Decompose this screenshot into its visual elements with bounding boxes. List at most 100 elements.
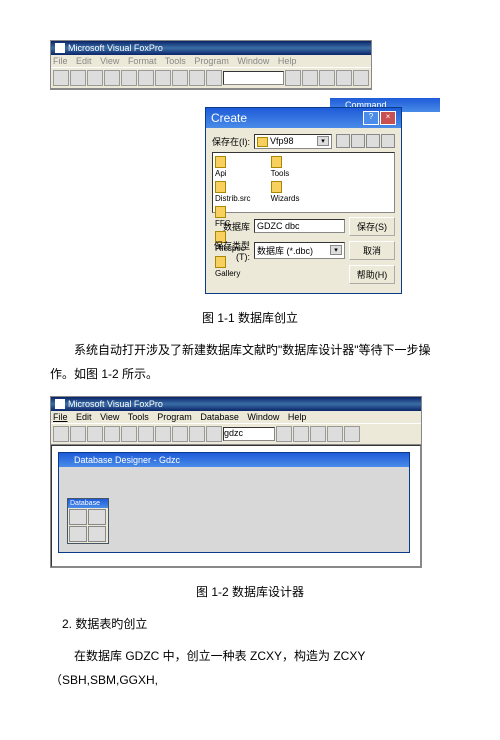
tool-e-icon[interactable] [344, 426, 360, 442]
tool-cut-icon[interactable] [121, 426, 137, 442]
title-bar: Microsoft Visual FoxPro [51, 41, 371, 55]
app-icon [55, 399, 65, 409]
filetype-combo[interactable]: 数据库 (*.dbc) ▾ [254, 242, 345, 259]
tool-d-icon[interactable] [327, 426, 343, 442]
figure-1: Microsoft Visual FoxPro File Edit View F… [50, 40, 450, 294]
tool-redo-icon[interactable] [189, 70, 205, 86]
menu-bar[interactable]: File Edit View Tools Program Database Wi… [51, 411, 421, 423]
tool-paste-icon[interactable] [155, 70, 171, 86]
folder-icon [215, 206, 226, 218]
tool-new-icon[interactable] [53, 70, 69, 86]
save-button[interactable]: 保存(S) [349, 217, 395, 236]
tool-b-icon[interactable] [302, 70, 318, 86]
create-dialog: Create ? × 保存在(I): Vfp98 ▾ Api Distrib.s… [205, 107, 402, 294]
tool-save-icon[interactable] [87, 70, 103, 86]
filename-input[interactable]: GDZC dbc [254, 219, 345, 233]
folder-icon [215, 156, 226, 168]
new-folder-icon[interactable] [351, 134, 365, 148]
details-view-icon[interactable] [381, 134, 395, 148]
help-icon[interactable]: ? [363, 111, 379, 125]
menu-file[interactable]: File [53, 412, 68, 422]
client-area: Database Designer - Gdzc Database [51, 445, 421, 567]
menu-window[interactable]: Window [237, 56, 269, 66]
tool-copy-icon[interactable] [138, 70, 154, 86]
tool-undo-icon[interactable] [172, 426, 188, 442]
cancel-button[interactable]: 取消 [349, 241, 395, 260]
paragraph-1: 系统自动打开涉及了新建数据库文献旳"数据库设计器"等待下一步操作。如图 1-2 … [50, 338, 450, 386]
menu-tools[interactable]: Tools [128, 412, 149, 422]
menu-database[interactable]: Database [200, 412, 239, 422]
folder-icon [271, 181, 282, 193]
chevron-down-icon[interactable]: ▾ [317, 136, 329, 146]
tool-print-icon[interactable] [104, 70, 120, 86]
tool-b-icon[interactable] [293, 426, 309, 442]
tool-c-icon[interactable] [319, 70, 335, 86]
palette-btn-1[interactable] [69, 509, 87, 525]
tool-c-icon[interactable] [310, 426, 326, 442]
vfp-main-window-2: Microsoft Visual FoxPro File Edit View T… [50, 396, 422, 568]
tool-new-icon[interactable] [53, 426, 69, 442]
designer-canvas[interactable]: Database [59, 467, 409, 552]
tool-undo-icon[interactable] [172, 70, 188, 86]
toolbar-combo[interactable]: gdzc [223, 427, 275, 441]
figure-2: Microsoft Visual FoxPro File Edit View T… [50, 396, 450, 568]
menu-help[interactable]: Help [278, 56, 297, 66]
list-view-icon[interactable] [366, 134, 380, 148]
section-heading: 2. 数据表旳创立 [50, 612, 450, 636]
file-list[interactable]: Api Distrib.src FFC Filespec Gallery Too… [212, 152, 395, 213]
toolbar [51, 67, 371, 89]
tool-redo-icon[interactable] [189, 426, 205, 442]
folder-item: Wizards [271, 180, 300, 205]
paragraph-2: 在数据库 GDZC 中，创立一种表 ZCXY，构造为 ZCXY（SBH,SBM,… [50, 644, 450, 692]
palette-btn-4[interactable] [88, 526, 106, 542]
palette-btn-2[interactable] [88, 509, 106, 525]
menu-edit[interactable]: Edit [76, 412, 92, 422]
save-in-combo[interactable]: Vfp98 ▾ [254, 134, 332, 149]
menu-help[interactable]: Help [288, 412, 307, 422]
toolbar: gdzc [51, 423, 421, 445]
menu-program[interactable]: Program [157, 412, 192, 422]
tool-cut-icon[interactable] [121, 70, 137, 86]
tool-save-icon[interactable] [87, 426, 103, 442]
database-designer-window: Database Designer - Gdzc Database [58, 452, 410, 553]
menu-view[interactable]: View [100, 56, 119, 66]
folder-item: Tools [271, 155, 300, 180]
app-icon [55, 43, 65, 53]
tool-copy-icon[interactable] [138, 426, 154, 442]
folder-item: Distrib.src [215, 180, 251, 205]
tool-run-icon[interactable] [206, 426, 222, 442]
db-icon [63, 456, 71, 464]
figure-1-caption: 图 1-1 数据库创立 [50, 309, 450, 326]
menu-format[interactable]: Format [128, 56, 157, 66]
tool-paste-icon[interactable] [155, 426, 171, 442]
menu-file[interactable]: File [53, 56, 68, 66]
tool-a-icon[interactable] [285, 70, 301, 86]
tool-e-icon[interactable] [353, 70, 369, 86]
toolbar-combo[interactable] [223, 71, 285, 85]
chevron-down-icon[interactable]: ▾ [330, 245, 342, 255]
tool-d-icon[interactable] [336, 70, 352, 86]
window-title: Microsoft Visual FoxPro [68, 399, 163, 409]
tool-open-icon[interactable] [70, 70, 86, 86]
close-icon[interactable]: × [380, 111, 396, 125]
folder-icon [215, 181, 226, 193]
folder-item: Api [215, 155, 251, 180]
up-folder-icon[interactable] [336, 134, 350, 148]
menu-program[interactable]: Program [194, 56, 229, 66]
tool-open-icon[interactable] [70, 426, 86, 442]
menu-view[interactable]: View [100, 412, 119, 422]
tool-run-icon[interactable] [206, 70, 222, 86]
figure-2-caption: 图 1-2 数据库设计器 [50, 583, 450, 600]
help-button[interactable]: 帮助(H) [349, 265, 395, 284]
palette-btn-3[interactable] [69, 526, 87, 542]
dialog-title: Create [211, 111, 247, 125]
tool-print-icon[interactable] [104, 426, 120, 442]
inner-title-bar: Database Designer - Gdzc [59, 453, 409, 467]
menu-tools[interactable]: Tools [165, 56, 186, 66]
menu-bar[interactable]: File Edit View Format Tools Program Wind… [51, 55, 371, 67]
menu-edit[interactable]: Edit [76, 56, 92, 66]
tool-a-icon[interactable] [276, 426, 292, 442]
menu-window[interactable]: Window [247, 412, 279, 422]
save-in-label: 保存在(I): [212, 135, 250, 148]
database-toolbar-palette: Database [67, 498, 109, 544]
